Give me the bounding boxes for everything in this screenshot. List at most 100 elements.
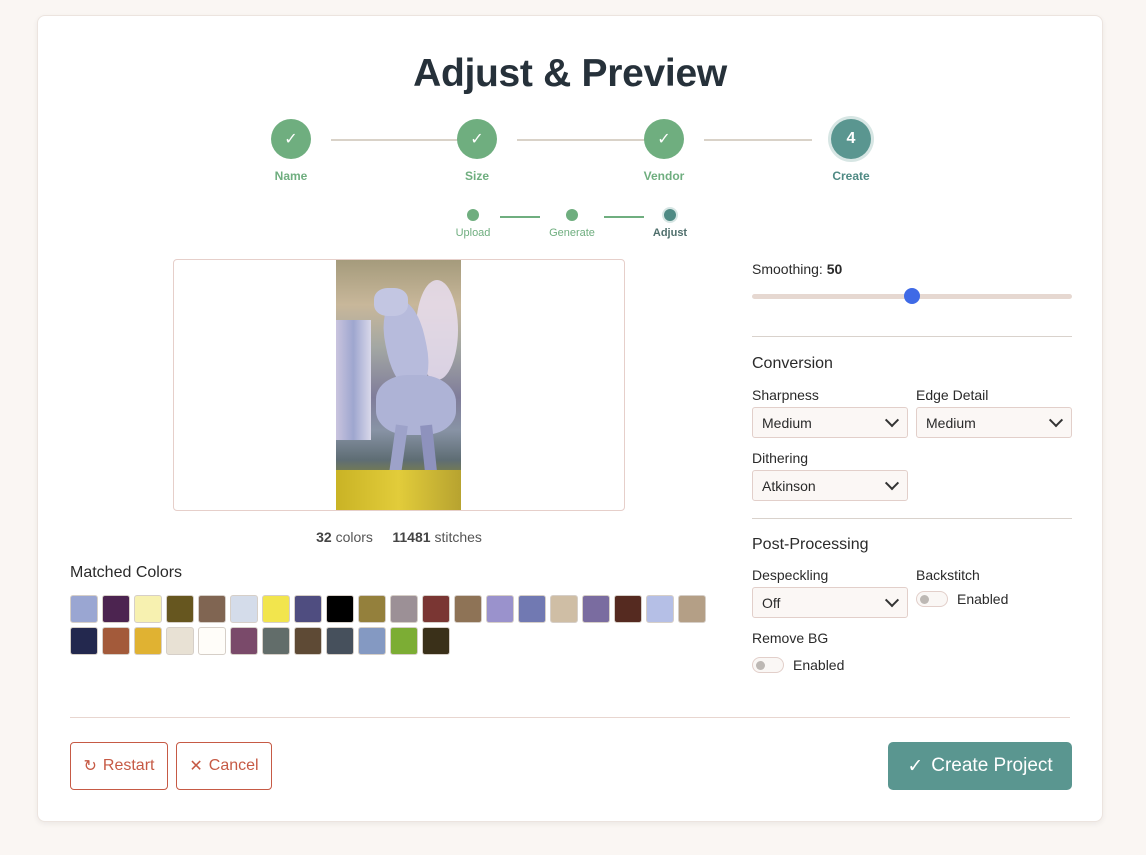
substep-adjust: Adjust: [630, 209, 710, 239]
main-stepper: ✓ Name ✓ Size ✓ Vendor 4 Create Upload G…: [38, 16, 1102, 239]
color-swatch[interactable]: [102, 627, 130, 655]
color-swatch[interactable]: [230, 595, 258, 623]
color-swatch[interactable]: [422, 595, 450, 623]
pattern-preview: [173, 259, 625, 511]
color-swatch[interactable]: [262, 595, 290, 623]
adjust-preview-card: Adjust & Preview ✓ Name ✓ Size ✓ Vendor …: [37, 15, 1103, 822]
stitches-label: stitches: [434, 529, 482, 545]
color-swatch[interactable]: [550, 595, 578, 623]
color-swatch[interactable]: [390, 627, 418, 655]
color-swatch[interactable]: [102, 595, 130, 623]
step-size: ✓ Size: [417, 119, 537, 183]
color-swatch[interactable]: [198, 627, 226, 655]
color-swatch[interactable]: [166, 595, 194, 623]
color-swatch[interactable]: [294, 595, 322, 623]
substep-label: Generate: [549, 227, 595, 239]
despeckling-select[interactable]: Off: [752, 587, 908, 618]
divider: [752, 518, 1072, 519]
color-swatch[interactable]: [358, 595, 386, 623]
color-swatch[interactable]: [678, 595, 706, 623]
chevron-down-icon: [1048, 412, 1064, 427]
edge-detail-label: Edge Detail: [916, 387, 989, 403]
remove-bg-toggle[interactable]: [752, 657, 784, 673]
cancel-button[interactable]: ✕ Cancel: [176, 742, 272, 790]
color-swatch[interactable]: [294, 627, 322, 655]
color-swatch[interactable]: [230, 627, 258, 655]
restart-icon: ↻: [83, 758, 97, 775]
flower-ground: [336, 470, 461, 510]
substep-dot: [664, 209, 676, 221]
color-swatch[interactable]: [326, 627, 354, 655]
color-swatch[interactable]: [166, 627, 194, 655]
divider: [752, 336, 1072, 337]
remove-bg-field: Remove BG Enabled: [752, 630, 1072, 673]
conversion-row: Sharpness Medium Edge Detail Medium: [752, 387, 1072, 438]
substep-upload: Upload: [433, 209, 513, 239]
edge-detail-select[interactable]: Medium: [916, 407, 1072, 438]
color-swatch[interactable]: [198, 595, 226, 623]
restart-label: Restart: [102, 757, 155, 774]
step-label: Name: [274, 169, 308, 183]
cancel-label: Cancel: [208, 757, 259, 774]
check-icon: ✓: [271, 119, 311, 159]
substep-dot: [467, 209, 479, 221]
dithering-label: Dithering: [752, 450, 809, 466]
remove-bg-label: Remove BG: [752, 630, 829, 646]
post-row: Despeckling Off Backstitch Enabled: [752, 567, 1072, 618]
chevron-down-icon: [884, 592, 900, 607]
sharpness-field: Sharpness Medium: [752, 387, 908, 438]
step-number: 4: [831, 119, 871, 159]
dithering-field: Dithering Atkinson: [752, 450, 908, 501]
color-swatch[interactable]: [518, 595, 546, 623]
color-swatch[interactable]: [646, 595, 674, 623]
conversion-title: Conversion: [752, 355, 833, 372]
color-swatch[interactable]: [262, 627, 290, 655]
dithering-value: Atkinson: [762, 477, 816, 494]
close-icon: ✕: [189, 758, 203, 775]
edge-detail-field: Edge Detail Medium: [916, 387, 1072, 438]
step-vendor: ✓ Vendor: [604, 119, 724, 183]
check-icon: ✓: [644, 119, 684, 159]
color-swatch[interactable]: [134, 595, 162, 623]
slider-thumb[interactable]: [904, 288, 920, 304]
edge-detail-value: Medium: [926, 414, 976, 431]
color-swatch[interactable]: [390, 595, 418, 623]
color-swatch[interactable]: [70, 627, 98, 655]
despeckling-value: Off: [762, 594, 781, 611]
color-swatch[interactable]: [134, 627, 162, 655]
backstitch-toggle-row: Enabled: [916, 591, 1072, 607]
smoothing-slider[interactable]: [752, 283, 1072, 309]
check-icon: ✓: [457, 119, 497, 159]
color-swatch[interactable]: [326, 595, 354, 623]
color-swatch[interactable]: [422, 627, 450, 655]
waterfall-area: [336, 320, 371, 440]
create-project-label: Create Project: [931, 755, 1053, 776]
dithering-select[interactable]: Atkinson: [752, 470, 908, 501]
substep-label: Upload: [455, 227, 491, 239]
sharpness-label: Sharpness: [752, 387, 819, 403]
step-label: Create: [832, 169, 870, 183]
step-label: Size: [464, 169, 489, 183]
color-swatch[interactable]: [358, 627, 386, 655]
substep-dot: [566, 209, 578, 221]
color-swatch[interactable]: [582, 595, 610, 623]
smoothing-value: 50: [826, 261, 843, 277]
chevron-down-icon: [884, 412, 900, 427]
create-project-button[interactable]: ✓ Create Project: [888, 742, 1072, 790]
substep-label: Adjust: [652, 227, 688, 239]
backstitch-toggle[interactable]: [916, 591, 948, 607]
smoothing-label: Smoothing: 50: [752, 261, 1072, 277]
post-processing-title: Post-Processing: [752, 536, 869, 553]
color-swatch[interactable]: [486, 595, 514, 623]
color-swatch[interactable]: [70, 595, 98, 623]
footer-divider: [70, 717, 1070, 718]
sharpness-select[interactable]: Medium: [752, 407, 908, 438]
color-swatch[interactable]: [614, 595, 642, 623]
pattern-image: [336, 260, 461, 510]
step-name: ✓ Name: [231, 119, 351, 183]
despeckling-label: Despeckling: [752, 567, 829, 583]
restart-button[interactable]: ↻ Restart: [70, 742, 168, 790]
colors-label: colors: [335, 529, 373, 545]
horse-body: [376, 375, 456, 435]
color-swatch[interactable]: [454, 595, 482, 623]
